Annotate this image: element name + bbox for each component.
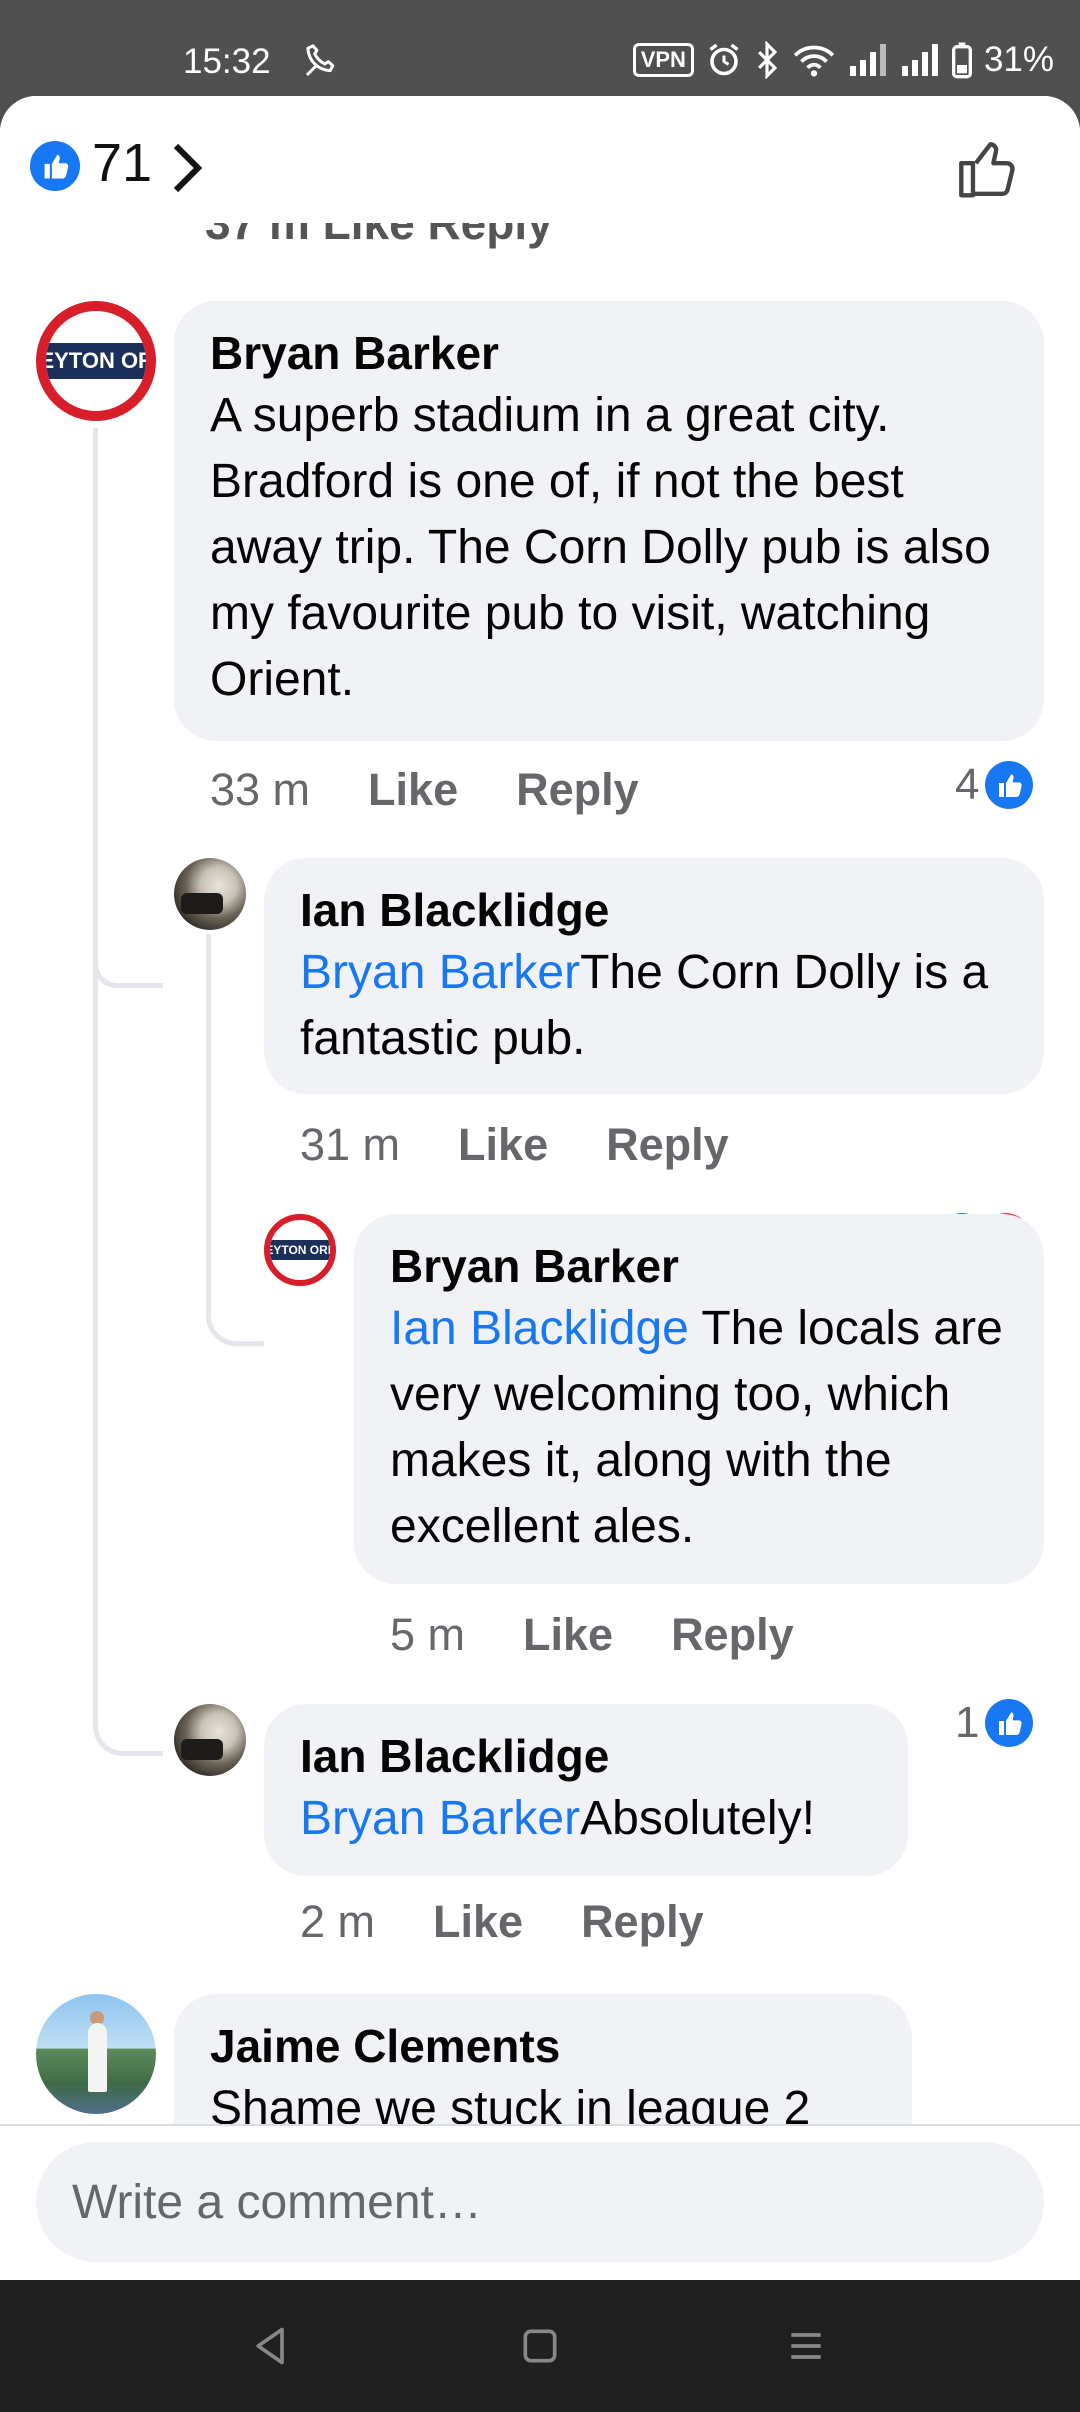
- like-reaction-icon: [985, 761, 1034, 809]
- reply-text: Ian Blacklidge The locals are very welco…: [390, 1296, 1008, 1560]
- reply-bubble[interactable]: Ian Blacklidge Bryan BarkerAbsolutely!: [264, 1704, 908, 1876]
- comment-author[interactable]: Bryan Barker: [210, 323, 1008, 383]
- like-button[interactable]: Like: [433, 1896, 523, 1948]
- call-icon: [305, 44, 335, 77]
- reply-body: Absolutely!: [580, 1792, 815, 1845]
- battery-percent: 31%: [983, 40, 1054, 79]
- like-button[interactable]: Like: [523, 1609, 613, 1661]
- partial-previous-actions: 37 m Like Reply: [205, 197, 553, 249]
- reply-bubble[interactable]: Bryan Barker Ian Blacklidge The locals a…: [354, 1214, 1044, 1584]
- reply-actions: 31 m Like Reply: [300, 1119, 787, 1171]
- alarm-icon: [709, 43, 739, 76]
- reply-author[interactable]: Ian Blacklidge: [300, 1726, 872, 1786]
- reply-button[interactable]: Reply: [671, 1609, 794, 1661]
- train-image: [181, 892, 223, 915]
- like-reaction-icon[interactable]: [30, 141, 80, 191]
- reply-author[interactable]: Bryan Barker: [390, 1236, 1008, 1296]
- avatar[interactable]: [174, 858, 246, 930]
- avatar[interactable]: LEYTON ORIENT: [36, 301, 156, 421]
- thread-line: [206, 934, 264, 1346]
- thumbs-up-icon[interactable]: [954, 134, 1024, 204]
- back-icon[interactable]: [249, 2324, 293, 2368]
- comment-author[interactable]: Jaime Clements: [210, 2016, 876, 2076]
- reply-text: Bryan BarkerThe Corn Dolly is a fantasti…: [300, 940, 1008, 1072]
- signal-icon-2: [901, 44, 938, 76]
- like-button[interactable]: Like: [368, 764, 458, 816]
- avatar[interactable]: LEYTON ORIENT: [264, 1214, 336, 1286]
- vpn-badge: VPN: [632, 43, 694, 77]
- reply-button[interactable]: Reply: [516, 764, 639, 816]
- comments-sheet: 71 37 m Like Reply LEYTON ORIENT Bryan B…: [0, 96, 1080, 2280]
- battery-icon: [951, 42, 972, 79]
- reply-time[interactable]: 31 m: [300, 1119, 400, 1171]
- like-reaction-icon: [985, 1699, 1034, 1747]
- comment-text: A superb stadium in a great city. Bradfo…: [210, 389, 991, 706]
- reply-reactions[interactable]: 1: [955, 1698, 1034, 1748]
- mention-link[interactable]: Bryan Barker: [300, 1792, 580, 1845]
- comment-reactions[interactable]: 4: [955, 760, 1034, 810]
- status-bar: 15:32 VPN 31%: [0, 0, 1080, 96]
- reply-text: Bryan BarkerAbsolutely!: [300, 1786, 872, 1852]
- train-image: [181, 1738, 223, 1761]
- comment-bubble[interactable]: Bryan Barker A superb stadium in a great…: [174, 301, 1044, 741]
- wifi-icon: [793, 45, 835, 77]
- reply-button[interactable]: Reply: [606, 1119, 729, 1171]
- thread-line: [93, 428, 163, 988]
- system-nav-bar: [0, 2280, 1080, 2412]
- reply-button[interactable]: Reply: [581, 1896, 704, 1948]
- reactions-header: 71 37 m Like Reply: [0, 96, 1080, 249]
- signal-icon-1: [849, 44, 886, 76]
- comment-actions: 33 m Like Reply: [210, 764, 697, 816]
- reply-time[interactable]: 5 m: [390, 1609, 465, 1661]
- reaction-count: 4: [955, 760, 980, 809]
- chevron-right-icon[interactable]: [170, 140, 206, 196]
- like-button[interactable]: Like: [458, 1119, 548, 1171]
- home-icon[interactable]: [518, 2324, 562, 2368]
- bluetooth-icon: [757, 41, 778, 79]
- avatar[interactable]: [36, 1994, 156, 2114]
- comment-time[interactable]: 33 m: [210, 764, 310, 816]
- reaction-count: 1: [955, 1698, 980, 1747]
- reply-time[interactable]: 2 m: [300, 1896, 375, 1948]
- menu-icon[interactable]: [784, 2324, 828, 2368]
- reaction-count[interactable]: 71: [92, 132, 152, 194]
- reply-actions: 5 m Like Reply: [390, 1609, 852, 1661]
- status-time: 15:32: [183, 42, 271, 81]
- avatar-figure: [87, 2022, 107, 2093]
- avatar[interactable]: [174, 1704, 246, 1776]
- comment-input[interactable]: [36, 2142, 1044, 2262]
- status-icons: VPN 31%: [632, 40, 1054, 80]
- reply-actions: 2 m Like Reply: [300, 1896, 762, 1948]
- mention-link[interactable]: Ian Blacklidge: [390, 1302, 689, 1355]
- comment-composer: [0, 2124, 1080, 2280]
- reply-author[interactable]: Ian Blacklidge: [300, 880, 1008, 940]
- mention-link[interactable]: Bryan Barker: [300, 946, 580, 999]
- reply-bubble[interactable]: Ian Blacklidge Bryan BarkerThe Corn Doll…: [264, 858, 1044, 1094]
